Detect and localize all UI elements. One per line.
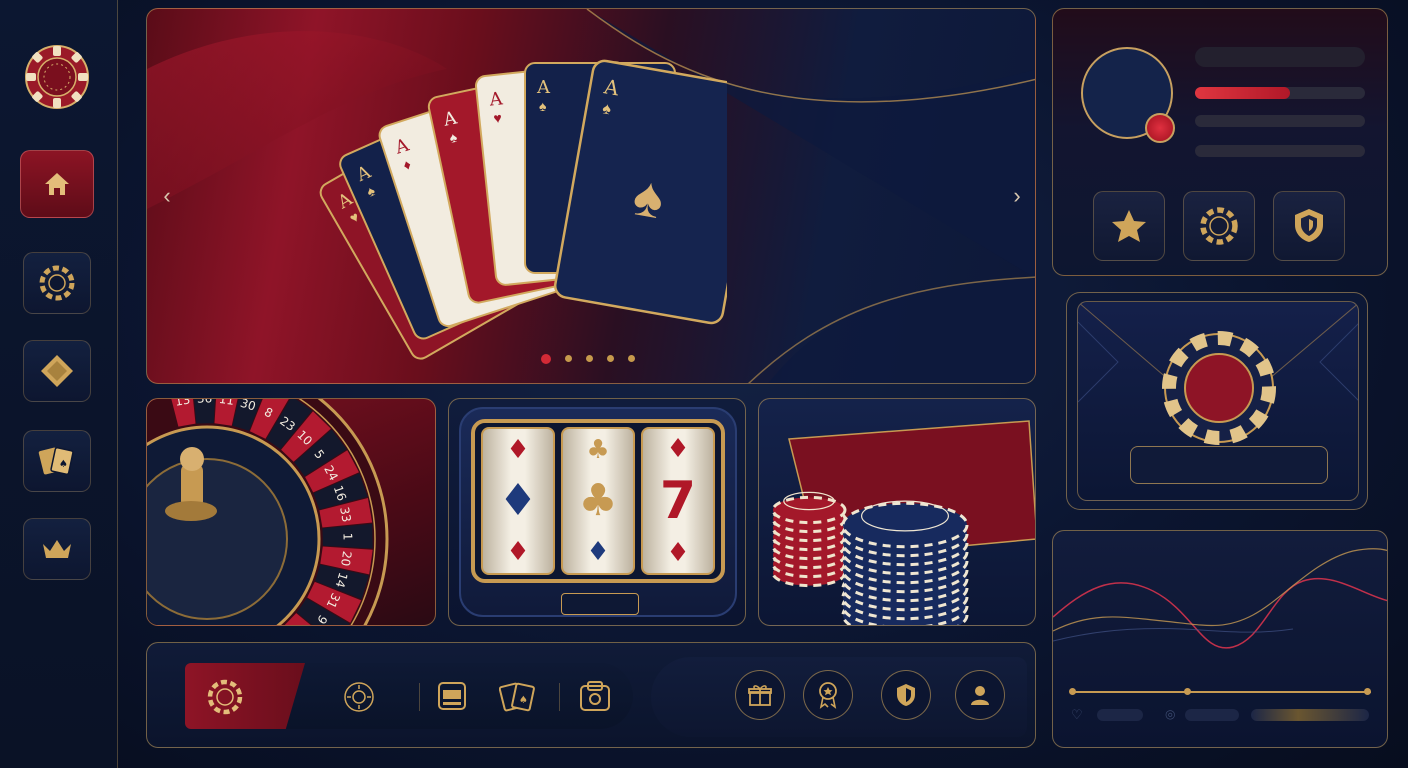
chevron-right-icon[interactable]: › (1009, 184, 1025, 208)
chip-icon (1200, 207, 1238, 245)
sidebar: ♠ (0, 0, 118, 768)
slot-symbol: ♦ (586, 537, 610, 567)
chevron-left-icon[interactable]: ‹ (159, 184, 175, 208)
status-badge (1145, 113, 1175, 143)
profile-stat-bar (1195, 115, 1365, 127)
profile-panel (1052, 8, 1388, 276)
cards-icon: ♠ (38, 447, 74, 475)
chip-bet-panel (1066, 292, 1368, 510)
security-button[interactable] (1273, 191, 1345, 261)
slot-reel: ♦ ♦ ♦ (481, 427, 555, 575)
stat-placeholder (1185, 709, 1239, 721)
slot-machine-icon[interactable] (435, 679, 469, 713)
favorites-button[interactable] (1093, 191, 1165, 261)
slot-symbol: ♣ (578, 475, 618, 526)
category-active-tab[interactable] (185, 663, 305, 729)
slot-symbol: ♦ (666, 538, 690, 569)
chips-tile[interactable] (758, 398, 1036, 626)
progress-fill (1195, 87, 1291, 99)
slots-tile[interactable]: ♦ ♦ ♦ ♣ ♣ ♦ ♦ 7 ♦ (448, 398, 746, 626)
shield-icon[interactable] (881, 670, 931, 720)
sidebar-item-chips[interactable] (23, 252, 91, 314)
roulette-number: 33 (337, 506, 353, 523)
stat-placeholder (1251, 709, 1369, 721)
roulette-wheel: 13361130823105241633120143192218297 (147, 399, 389, 625)
slider-handle[interactable] (1069, 688, 1076, 695)
slot-symbol: ♦ (506, 537, 530, 567)
chip-icon (39, 265, 75, 301)
coin-icon[interactable]: ◎ (1165, 707, 1175, 721)
roulette-number: 1 (340, 533, 354, 541)
sidebar-item-cards[interactable]: ♠ (23, 430, 91, 492)
progress-bar (1195, 87, 1365, 99)
bottom-nav-bar: ♠ (146, 642, 1036, 748)
stat-placeholder (1097, 709, 1143, 721)
carousel-dot[interactable] (586, 355, 593, 362)
svg-text:A: A (536, 77, 551, 98)
stats-graph-panel: ♡ ◎ (1052, 530, 1388, 748)
roulette-number: 36 (197, 399, 213, 406)
slider-handle[interactable] (1184, 688, 1191, 695)
heart-icon[interactable]: ♡ (1071, 707, 1083, 723)
star-icon (1112, 210, 1146, 242)
svg-text:♠: ♠ (59, 459, 68, 470)
carousel-dot[interactable] (541, 354, 551, 364)
sidebar-item-diamond[interactable] (23, 340, 91, 402)
chip-icon[interactable] (207, 679, 243, 715)
stats-line-chart (1053, 548, 1387, 649)
sun-icon[interactable] (341, 679, 377, 715)
slider-handle[interactable] (1364, 688, 1371, 695)
casino-chip-logo[interactable] (24, 44, 90, 110)
profile-name-placeholder (1195, 47, 1365, 67)
card-fan: A ♥ A ♠ A ♦ A ♠ A ♥ A ♠ A ♠ ♠ (247, 49, 762, 379)
chip (841, 501, 969, 549)
home-icon (45, 173, 69, 195)
slot-reel: ♦ 7 ♦ (641, 427, 715, 575)
bet-amount-field[interactable] (1130, 446, 1328, 484)
svg-text:♥: ♥ (493, 109, 503, 126)
wallet-icon[interactable] (577, 679, 613, 715)
carousel-dots (541, 354, 635, 364)
roulette-tile[interactable]: 13361130823105241633120143192218297 (146, 398, 436, 626)
slot-symbol: 7 (659, 470, 697, 531)
roulette-number: 20 (338, 550, 354, 567)
carousel-dot[interactable] (628, 355, 635, 362)
spin-button[interactable] (561, 593, 639, 615)
slot-reel: ♣ ♣ ♦ (561, 427, 635, 575)
award-icon[interactable] (803, 670, 853, 720)
chips-button[interactable] (1183, 191, 1255, 261)
gift-icon[interactable] (735, 670, 785, 720)
sidebar-item-home[interactable] (20, 150, 94, 218)
carousel-dot[interactable] (565, 355, 572, 362)
carousel-dot[interactable] (607, 355, 614, 362)
slot-reels: ♦ ♦ ♦ ♣ ♣ ♦ ♦ 7 ♦ (481, 427, 715, 575)
svg-text:♠: ♠ (519, 695, 528, 706)
slot-symbol: ♣ (586, 435, 610, 465)
hero-carousel[interactable]: A ♥ A ♠ A ♦ A ♠ A ♥ A ♠ A ♠ ♠ ‹ › (146, 8, 1036, 384)
casino-app: ♠ A ♥ A ♠ A ♦ A ♠ A ♥ A ♠ A ♠ ♠ ‹ › 13 1… (0, 0, 1408, 768)
crown-icon (43, 540, 71, 558)
chip-stacks (771, 420, 1035, 625)
diamond-icon (41, 355, 73, 387)
profile-stat-bar (1195, 145, 1365, 157)
user-icon[interactable] (955, 670, 1005, 720)
cards-icon[interactable]: ♠ (499, 679, 537, 715)
range-slider[interactable] (1071, 691, 1371, 693)
slot-symbol: ♦ (498, 475, 538, 526)
sidebar-item-vip[interactable] (23, 518, 91, 580)
chip-bet-inner (1077, 301, 1359, 501)
svg-text:♠: ♠ (539, 98, 547, 114)
shield-icon (1295, 209, 1323, 242)
slot-symbol: ♦ (506, 435, 530, 465)
slot-symbol: ♦ (666, 433, 690, 464)
